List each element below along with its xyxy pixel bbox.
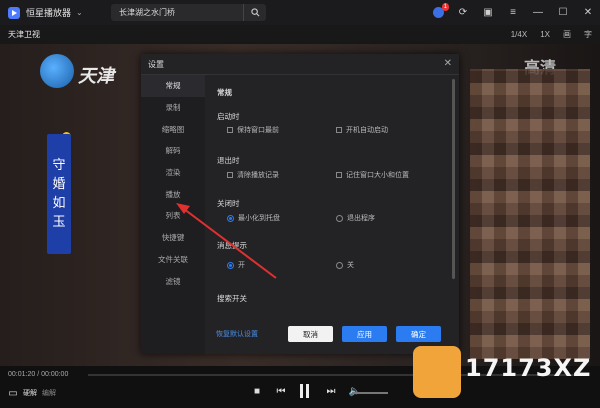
speed-normal[interactable]: 1X [540,30,550,39]
search-switch-label: 搜索开关 [217,294,247,303]
search-input[interactable] [111,7,241,18]
auto-start-checkbox[interactable]: 开机自动启动 [336,125,388,135]
minimize-tray-radio[interactable]: 最小化到托盘 [227,213,280,223]
menu-icon[interactable]: ≡ [507,7,519,19]
dialog-header: 设置 ✕ [141,54,459,75]
clear-history-checkbox[interactable]: 清除播放记录 [227,170,279,180]
cancel-button[interactable]: 取消 [288,326,333,342]
sidebar-item-decode[interactable]: 解码 [141,140,205,162]
sidebar-item-thumbnail[interactable]: 缩略图 [141,118,205,140]
watermark-logo-icon [413,346,461,398]
notification-badge: 1 [441,2,449,11]
close-icon[interactable]: ✕ [582,7,594,19]
sidebar-item-list[interactable]: 列表 [141,205,205,227]
apply-button[interactable]: 应用 [342,326,387,342]
section-title: 常规 [217,88,232,97]
app-title: 恒星播放器 [26,8,72,18]
subtitle-option[interactable]: 字 [584,29,592,40]
sidebar-item-record[interactable]: 录制 [141,97,205,119]
exit-program-radio[interactable]: 退出程序 [336,213,375,223]
station-name: 天津 [78,66,114,87]
hardware-decode-label[interactable]: 硬解 [23,388,37,398]
channel-name: 天津卫视 [8,30,40,39]
info-bar: 天津卫视 1/4X 1X 画 字 [0,25,600,44]
search-icon[interactable] [243,4,266,21]
exit-label: 退出时 [217,156,240,165]
codec-label[interactable]: 编解 [42,388,56,398]
picture-option[interactable]: 画 [563,29,571,40]
watermark-text: 17173XZ [465,354,592,382]
screenshot-icon[interactable]: ▭ [8,388,18,399]
sidebar-item-hotkeys[interactable]: 快捷键 [141,227,205,249]
refresh-icon[interactable]: ⟳ [457,7,469,19]
station-logo-icon [40,54,74,88]
notify-label: 消息提示 [217,241,247,250]
close-label: 关闭时 [217,199,240,208]
speed-quarter[interactable]: 1/4X [511,30,527,39]
stop-icon[interactable]: ■ [252,386,262,397]
sidebar-item-file-assoc[interactable]: 文件关联 [141,249,205,271]
minimize-icon[interactable]: — [532,7,544,19]
maximize-icon[interactable]: ☐ [557,7,569,19]
app-logo-icon [8,6,20,19]
sidebar-item-render[interactable]: 渲染 [141,162,205,184]
keep-on-top-checkbox[interactable]: 保持窗口最前 [227,125,279,135]
sidebar-item-filter[interactable]: 滤镜 [141,270,205,292]
dialog-close-icon[interactable]: ✕ [444,58,452,69]
sidebar-item-general[interactable]: 常规 [141,75,205,97]
settings-dialog: 设置 ✕ 常规 录制 缩略图 解码 渲染 播放 列表 快捷键 文件关联 滤镜 常… [141,54,459,354]
sidebar-item-playback[interactable]: 播放 [141,183,205,205]
notify-off-radio[interactable]: 关 [336,260,354,270]
next-icon[interactable]: ⏭ [326,386,336,397]
settings-content: 常规 启动时 保持窗口最前 开机自动启动 退出时 清除播放记录 记住窗口大小和位… [205,75,459,354]
search-box [111,4,266,21]
site-watermark: 17173XZ [405,338,593,408]
settings-sidebar: 常规 录制 缩略图 解码 渲染 播放 列表 快捷键 文件关联 滤镜 [141,75,205,354]
dialog-title: 设置 [148,59,164,69]
pause-icon[interactable] [300,384,312,398]
restore-defaults-link[interactable]: 恢复默认设置 [216,329,258,339]
prev-icon[interactable]: ⏮ [276,386,286,397]
remember-window-checkbox[interactable]: 记住窗口大小和位置 [336,170,409,180]
settings-scrollbar[interactable] [452,79,455,279]
mini-mode-icon[interactable]: ▣ [482,7,494,19]
drama-title-tag: 守 婚 如 玉 [47,134,71,254]
notify-on-radio[interactable]: 开 [227,260,245,270]
time-display: 00:01:20 / 00:00:00 [8,371,69,378]
startup-label: 启动时 [217,112,240,121]
title-bar: 恒星播放器 ⌄ 1 ⟳ ▣ ≡ — ☐ ✕ [0,0,600,25]
volume-slider[interactable] [352,392,388,394]
chevron-down-icon[interactable]: ⌄ [76,8,83,17]
volume-icon[interactable]: 🔈 [349,386,361,397]
user-icon[interactable]: 1 [432,2,449,19]
